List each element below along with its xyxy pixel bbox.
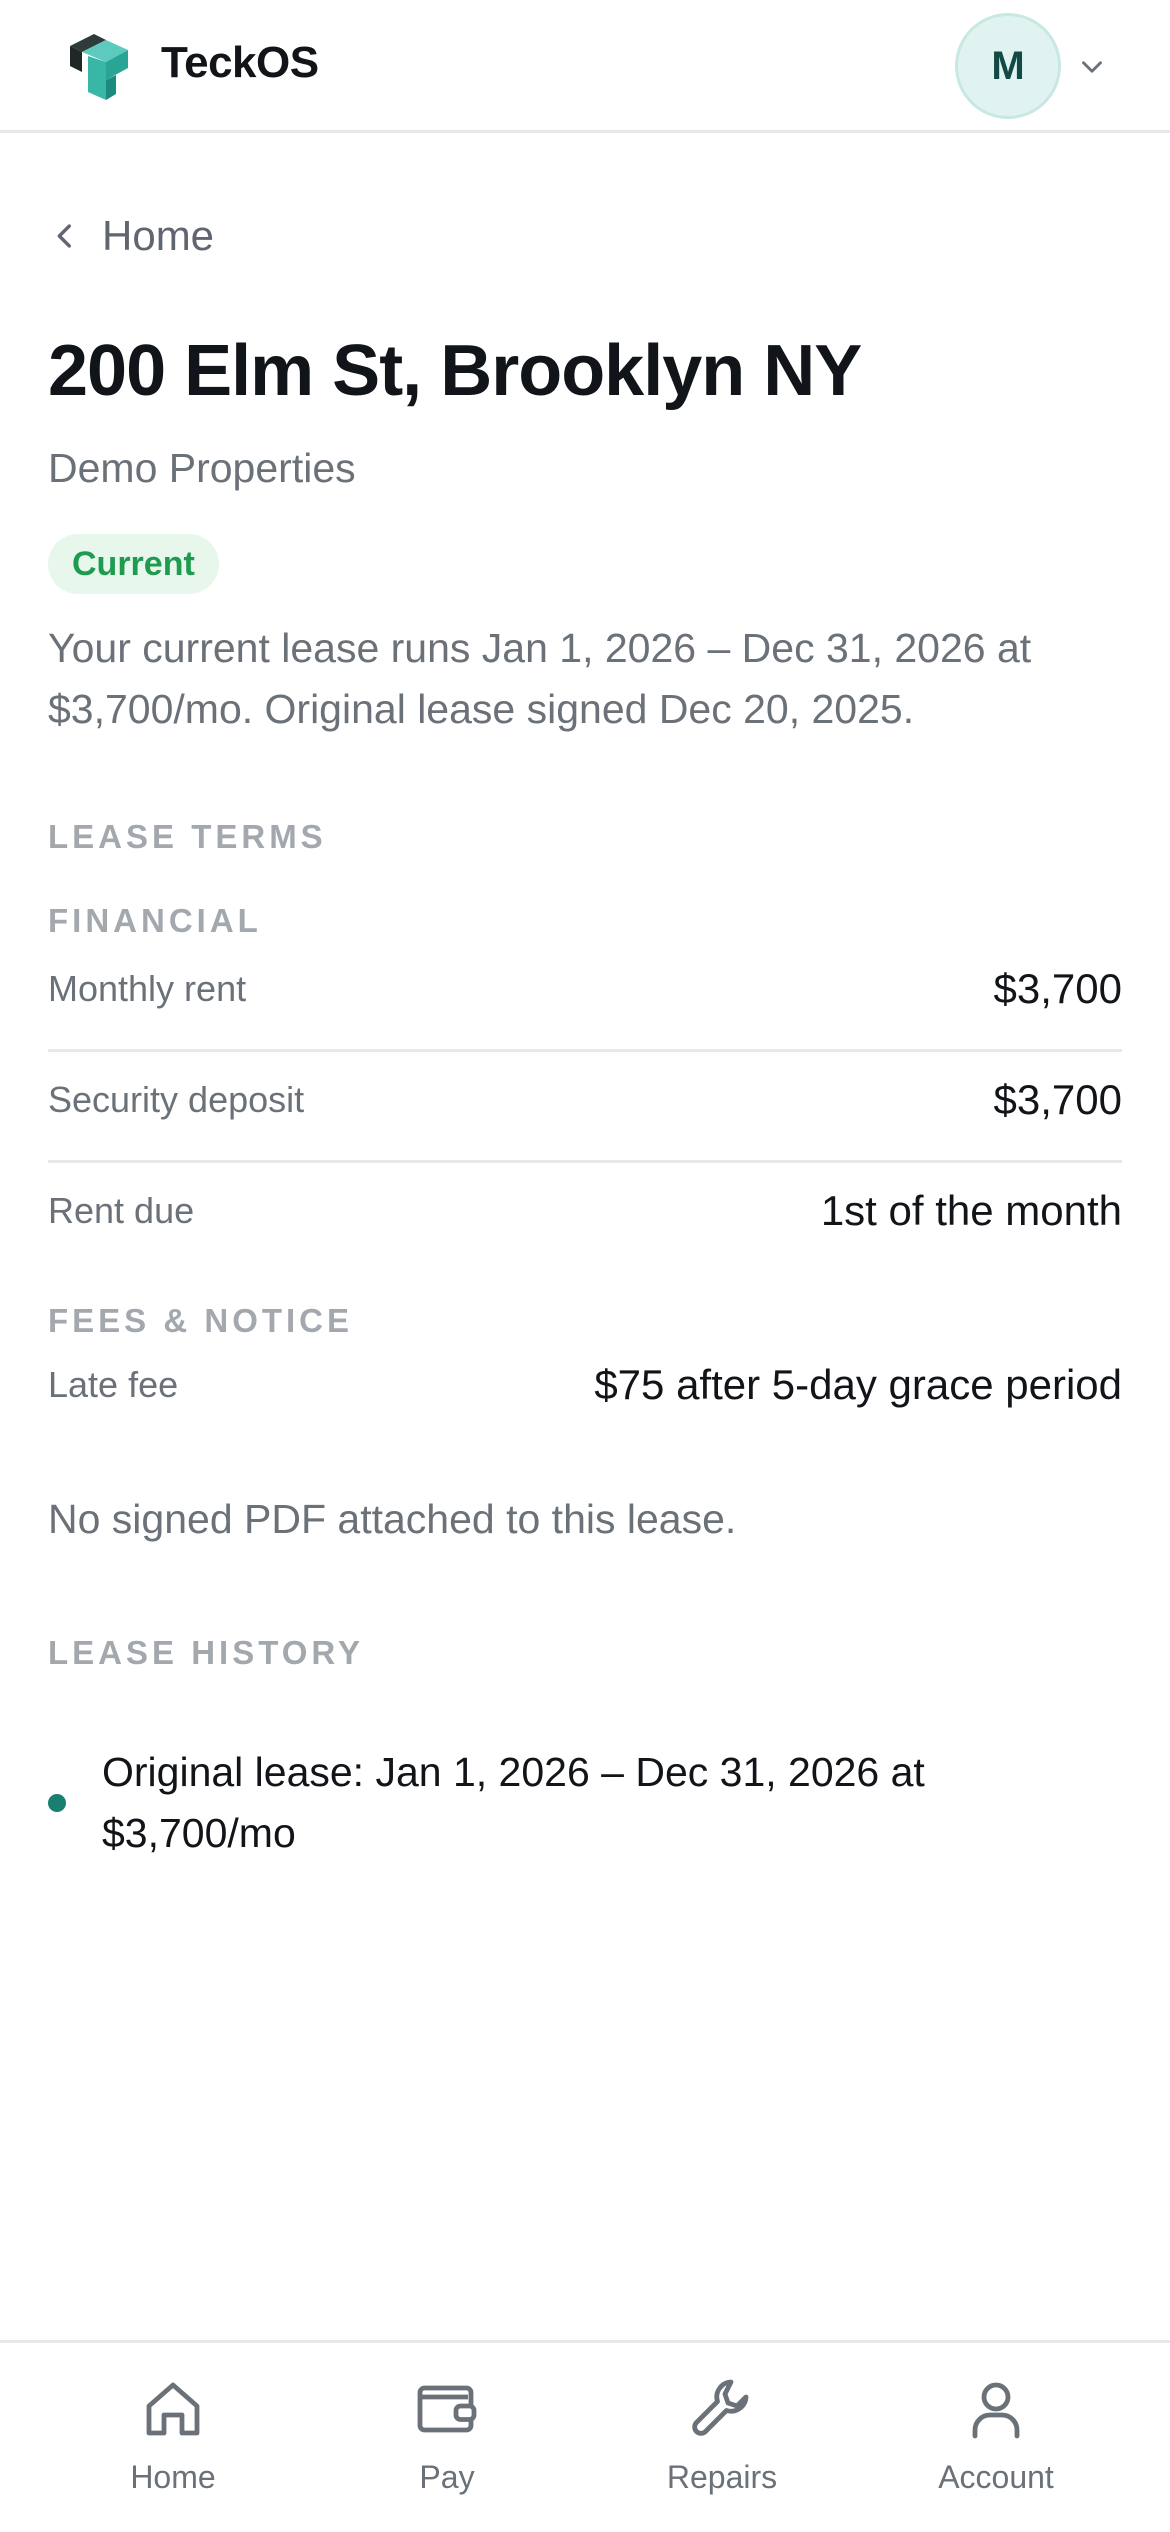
lease-terms-heading: LEASE TERMS [48, 818, 327, 855]
avatar[interactable]: M [955, 13, 1061, 119]
nav-label: Account [938, 2459, 1054, 2495]
term-value: $75 after 5-day grace period [594, 1361, 1122, 1408]
term-label: Monthly rent [48, 968, 247, 1009]
wrench-icon [692, 2379, 749, 2436]
lease-summary: Your current lease runs Jan 1, 2026 – De… [48, 625, 1032, 732]
timeline-dot [48, 1794, 66, 1812]
bottom-nav: Home Pay Repairs Account [0, 2340, 1170, 2532]
term-row-monthly-rent: Monthly rent $3,700 [48, 965, 1122, 1013]
term-row-security-deposit: Security deposit $3,700 [48, 1076, 1122, 1124]
nav-home[interactable]: Home [83, 2373, 263, 2496]
term-row-late-fee: Late fee $75 after 5-day grace period [48, 1361, 1122, 1409]
chevron-down-icon[interactable] [1075, 50, 1109, 84]
back-home-link[interactable]: Home [48, 212, 214, 260]
home-icon [146, 2382, 200, 2436]
term-label: Rent due [48, 1190, 195, 1231]
divider [48, 1049, 1122, 1052]
back-label: Home [102, 212, 215, 259]
lease-history-heading: LEASE HISTORY [48, 1634, 365, 1671]
term-value: 1st of the month [820, 1187, 1122, 1234]
company-name: Demo Properties [48, 445, 356, 491]
pdf-note: No signed PDF attached to this lease. [48, 1496, 737, 1542]
nav-label: Pay [419, 2459, 475, 2495]
term-row-rent-due: Rent due 1st of the month [48, 1187, 1122, 1235]
chevron-left-icon [57, 224, 71, 248]
lease-history-text: Original lease: Jan 1, 2026 – Dec 31, 20… [102, 1749, 925, 1856]
user-icon [972, 2382, 1020, 2439]
nav-label: Home [130, 2459, 216, 2495]
fees-notice-heading: FEES & NOTICE [48, 1302, 354, 1339]
nav-label: Repairs [666, 2459, 778, 2495]
top-bar: TeckOS M [0, 0, 1170, 133]
term-value: $3,700 [993, 1076, 1122, 1123]
term-value: $3,700 [993, 965, 1122, 1012]
page-title: 200 Elm St, Brooklyn NY [48, 331, 862, 411]
nav-pay[interactable]: Pay [357, 2373, 537, 2496]
nav-account[interactable]: Account [906, 2373, 1086, 2496]
divider [48, 1160, 1122, 1163]
financial-heading: FINANCIAL [48, 902, 262, 939]
term-label: Security deposit [48, 1079, 305, 1120]
term-label: Late fee [48, 1364, 179, 1405]
app-brand: TeckOS [161, 38, 319, 87]
teckos-logo-icon[interactable] [66, 32, 130, 102]
status-badge: Current [48, 534, 219, 594]
wallet-icon [417, 2385, 477, 2433]
nav-repairs[interactable]: Repairs [632, 2373, 812, 2496]
